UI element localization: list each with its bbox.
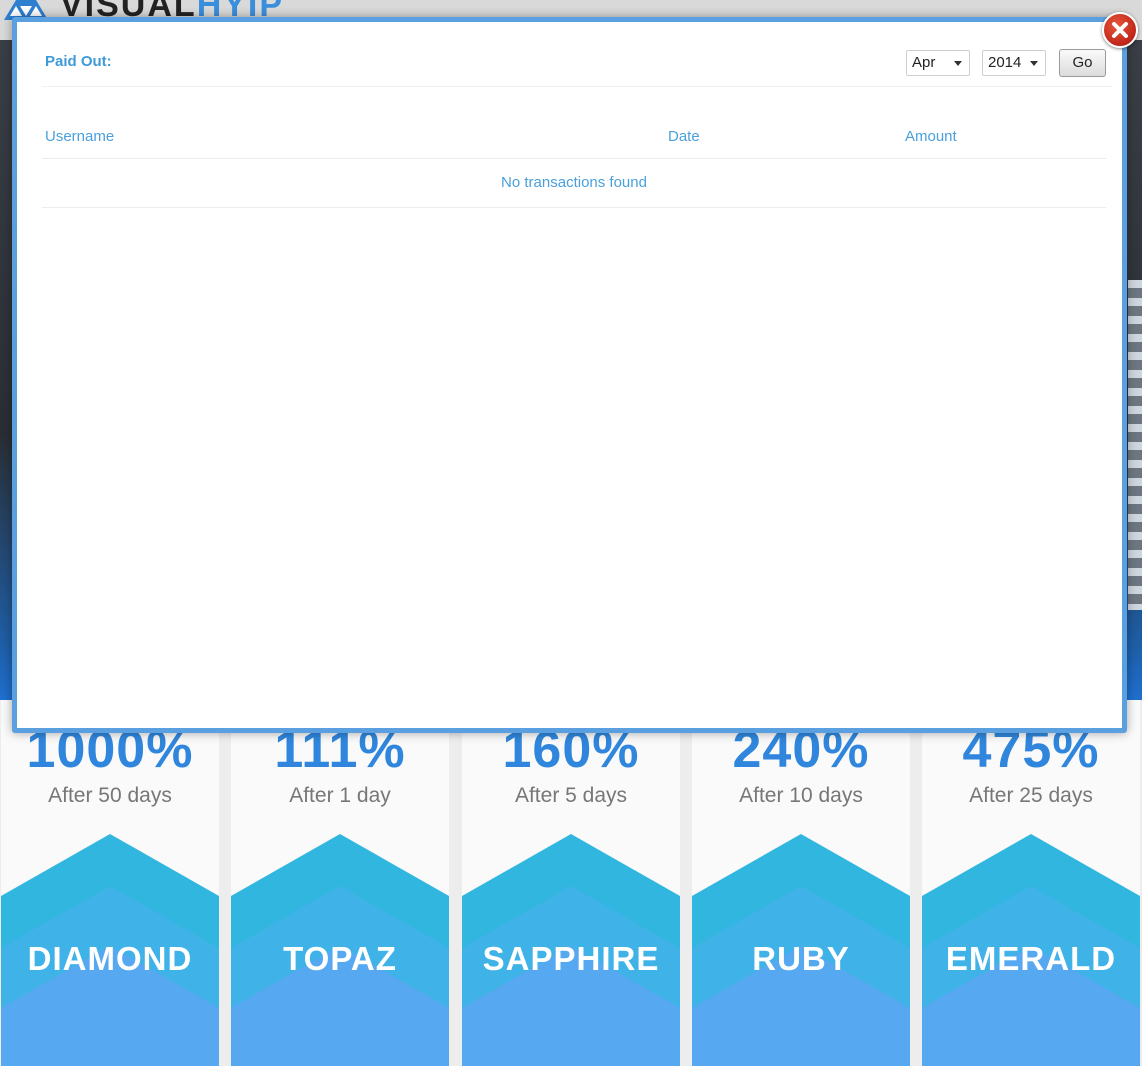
plan-name: DIAMOND (27, 940, 193, 977)
year-select-value: 2014 (988, 54, 1022, 71)
filter-bar: Paid Out: Apr 2014 Go (42, 42, 1112, 87)
plan-duration: After 1 day (289, 784, 391, 807)
plan-duration: After 5 days (514, 784, 628, 807)
close-icon (1112, 22, 1128, 38)
plan-card-emerald[interactable]: 475% After 25 days EMERALD (922, 700, 1140, 1066)
plan-name: RUBY (752, 940, 850, 977)
investment-plans: 1000% After 50 days DIAMOND 111% After 1… (0, 700, 1142, 1066)
table-header: Username Date Amount (42, 118, 1106, 159)
chevron-down-icon (954, 61, 962, 66)
transactions-table: Username Date Amount No transactions fou… (42, 118, 1106, 208)
plan-card-ruby[interactable]: 240% After 10 days RUBY (692, 700, 910, 1066)
year-select[interactable]: 2014 (982, 50, 1046, 76)
month-select-value: Apr (912, 54, 936, 71)
plan-name: EMERALD (945, 940, 1117, 977)
chevron-down-icon (1030, 61, 1038, 66)
plan-card-sapphire[interactable]: 160% After 5 days SAPPHIRE (462, 700, 680, 1066)
column-amount[interactable]: Amount (905, 128, 957, 145)
paid-out-modal: Paid Out: Apr 2014 Go Username Date Amou… (12, 17, 1127, 733)
plan-duration: After 25 days (969, 784, 1093, 807)
plan-duration: After 50 days (48, 784, 172, 807)
plan-card-topaz[interactable]: 111% After 1 day TOPAZ (231, 700, 449, 1066)
plan-name: TOPAZ (283, 940, 397, 977)
hero-side-image (1128, 280, 1142, 610)
column-username[interactable]: Username (45, 128, 114, 145)
plan-name: SAPPHIRE (482, 940, 660, 977)
modal-title: Paid Out: (45, 53, 112, 70)
close-button[interactable] (1102, 12, 1138, 48)
plan-duration: After 10 days (739, 784, 863, 807)
plan-card-diamond[interactable]: 1000% After 50 days DIAMOND (1, 700, 219, 1066)
column-date[interactable]: Date (668, 128, 700, 145)
empty-state-message: No transactions found (42, 159, 1106, 208)
month-select[interactable]: Apr (906, 50, 970, 76)
go-button[interactable]: Go (1059, 49, 1106, 77)
screen: VISUALHYIP 1000% After 50 days DIAMOND 1… (0, 0, 1142, 1066)
